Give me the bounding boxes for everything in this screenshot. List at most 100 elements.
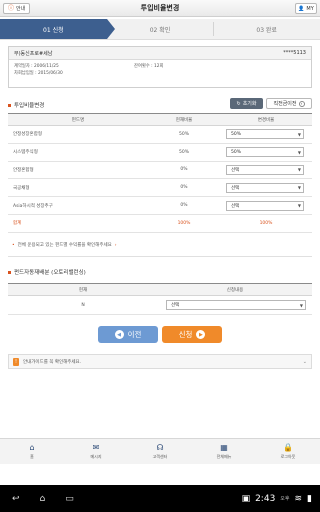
current-ratio: 0% bbox=[148, 161, 220, 180]
fund-name: 안정혼합형 bbox=[8, 161, 148, 180]
fund-section-title: 투입비율변경 bbox=[8, 101, 44, 109]
account-name: 무)동신프로#세남 bbox=[14, 50, 53, 57]
chevron-down-icon: ▼ bbox=[297, 203, 301, 209]
column-header-request: 신청내용 bbox=[158, 283, 312, 296]
column-header-fund: 펀드명 bbox=[8, 113, 148, 126]
table-header-row: 현재 신청내용 bbox=[8, 283, 312, 296]
back-button[interactable]: ◀ 이전 bbox=[98, 326, 158, 343]
table-row: 시스템주식형 50% 50% ▼ bbox=[8, 143, 312, 162]
grid-icon: ▦ bbox=[220, 442, 228, 452]
nav-home[interactable]: ⌂ 홈 bbox=[0, 439, 64, 464]
my-button[interactable]: 👤 MY bbox=[295, 3, 317, 14]
warning-icon: ! bbox=[13, 357, 19, 366]
table-row: 안정혼합형 0% 선택 ▼ bbox=[8, 161, 312, 180]
chevron-right-icon: › bbox=[298, 100, 305, 107]
step-confirm: 02 확인 bbox=[106, 19, 214, 39]
total-new: 100% bbox=[220, 214, 312, 233]
current-ratio: 0% bbox=[148, 178, 220, 198]
app-header: ⓘ 안내 투입비율변경 👤 MY bbox=[0, 0, 320, 17]
chevron-down-icon: ▼ bbox=[297, 131, 301, 137]
total-label: 합계 bbox=[8, 214, 148, 233]
column-header-current: 현재 bbox=[8, 283, 158, 296]
rebalance-select[interactable]: 선택 ▼ bbox=[166, 300, 306, 310]
clock-ampm: 오후 bbox=[280, 496, 290, 502]
table-row: N 선택 ▼ bbox=[8, 295, 312, 315]
contract-date: 계약일자 : 2006/11/25 bbox=[14, 64, 59, 69]
chevron-down-icon: ⌄ bbox=[302, 358, 307, 365]
clock-time: 2:43 bbox=[255, 493, 276, 504]
refresh-icon: ↻ bbox=[236, 100, 241, 107]
nav-logout[interactable]: 🔒 로그아웃 bbox=[256, 439, 320, 464]
current-ratio: 50% bbox=[148, 125, 220, 144]
back-nav-icon[interactable]: ↩ bbox=[12, 494, 20, 504]
chevron-down-icon: ▼ bbox=[297, 185, 301, 191]
column-header-current: 현재비율 bbox=[148, 113, 220, 126]
rebalance-table: 현재 신청내용 N 선택 ▼ bbox=[8, 283, 312, 315]
user-icon: 👤 bbox=[298, 5, 305, 12]
rebalance-current: N bbox=[8, 295, 158, 315]
bullet-icon bbox=[8, 270, 11, 274]
ratio-select[interactable]: 50% ▼ bbox=[226, 129, 304, 140]
page-title: 투입비율변경 bbox=[140, 4, 180, 12]
chevron-right-icon: ▶ bbox=[196, 330, 206, 339]
recent-apps-icon[interactable]: ▭ bbox=[65, 494, 74, 504]
chevron-left-icon: ◀ bbox=[114, 330, 124, 339]
nav-message[interactable]: ✉ 메시지 bbox=[64, 439, 128, 464]
current-ratio: 0% bbox=[148, 196, 220, 215]
table-row: 안정성장혼합형 50% 50% ▼ bbox=[8, 125, 312, 144]
column-header-new: 변경비율 bbox=[220, 113, 312, 126]
fund-name: 국공채형 bbox=[8, 178, 148, 198]
bottom-navigation: ⌂ 홈 ✉ 메시지 ☊ 고객센터 ▦ 전체메뉴 🔒 로그아웃 bbox=[0, 438, 320, 464]
chevron-down-icon: ▼ bbox=[299, 302, 303, 308]
notification-icon: ▣ bbox=[241, 493, 251, 504]
remaining-payments: 잔여횟수 : 12회 bbox=[134, 64, 164, 69]
message-icon: ✉ bbox=[92, 442, 100, 452]
wifi-icon: ≋ bbox=[294, 493, 303, 504]
ratio-select[interactable]: 선택 ▼ bbox=[226, 182, 304, 193]
total-row: 합계 100% 100% bbox=[8, 214, 312, 233]
reset-button[interactable]: ↻ 초기화 bbox=[230, 98, 263, 109]
chevron-right-icon: › bbox=[114, 242, 117, 248]
home-nav-icon[interactable]: ⌂ bbox=[40, 494, 46, 504]
step-complete: 03 완료 bbox=[213, 19, 320, 39]
account-info-box: 무)동신프로#세남 ****5113 계약일자 : 2006/11/25 차회납… bbox=[8, 46, 312, 88]
account-number: ****5113 bbox=[283, 50, 306, 56]
ratio-select[interactable]: 선택 ▼ bbox=[226, 200, 304, 211]
guide-notice-bar[interactable]: ! 안내가이드를 꼭 확인해주세요. ⌄ bbox=[8, 354, 312, 369]
table-row: Asia하시적 성장추구 0% 선택 ▼ bbox=[8, 196, 312, 215]
account-details: 계약일자 : 2006/11/25 차회납입일 : 2015/06/30 잔여횟… bbox=[9, 60, 311, 80]
step-indicator: 01 신청 02 확인 03 완료 bbox=[0, 19, 320, 40]
nav-all-menu[interactable]: ▦ 전체메뉴 bbox=[192, 439, 256, 464]
fund-ratio-table: 펀드명 현재비율 변경비율 안정성장혼합형 50% 50% ▼ 시스템주식형 50… bbox=[8, 113, 312, 233]
divider bbox=[8, 256, 312, 257]
total-current: 100% bbox=[148, 214, 220, 233]
table-row: 국공채형 0% 선택 ▼ bbox=[8, 178, 312, 198]
chevron-down-icon: ▼ bbox=[297, 149, 301, 155]
fund-name: 시스템주식형 bbox=[8, 143, 148, 162]
battery-icon: ▮ bbox=[307, 493, 312, 504]
my-label: MY bbox=[306, 5, 314, 12]
lock-icon: 🔒 bbox=[283, 442, 293, 452]
ratio-select[interactable]: 선택 ▼ bbox=[226, 164, 304, 175]
apply-button[interactable]: 신청 ▶ bbox=[162, 326, 222, 343]
fund-name: Asia하시적 성장추구 bbox=[8, 196, 148, 215]
fund-name: 안정성장혼합형 bbox=[8, 125, 148, 144]
guide-notice-text: 안내가이드를 꼭 확인해주세요. bbox=[23, 359, 82, 365]
system-navigation-bar: ↩ ⌂ ▭ ▣ 2:43 오후 ≋ ▮ bbox=[0, 485, 320, 512]
chevron-down-icon: ▼ bbox=[297, 167, 301, 173]
step-apply: 01 신청 bbox=[0, 19, 115, 39]
current-ratio: 50% bbox=[148, 143, 220, 162]
previous-ratio-button[interactable]: 직전금이전 › bbox=[266, 98, 312, 109]
table-header-row: 펀드명 현재비율 변경비율 bbox=[8, 113, 312, 126]
account-header: 무)동신프로#세남 ****5113 bbox=[9, 47, 311, 60]
rebalance-section-title: 펀드자동재배분 (오토리밸런싱) bbox=[8, 268, 86, 276]
nav-customer-center[interactable]: ☊ 고객센터 bbox=[128, 439, 192, 464]
fund-return-notice-link[interactable]: • 전체 운용되고 있는 펀드별 수익률을 확인해주세요 › bbox=[12, 242, 117, 249]
bullet-icon: • bbox=[12, 242, 15, 248]
ratio-select[interactable]: 50% ▼ bbox=[226, 147, 304, 158]
home-icon: ⌂ bbox=[29, 442, 35, 452]
next-payment-date: 차회납입일 : 2015/06/30 bbox=[14, 71, 63, 76]
action-buttons: ◀ 이전 신청 ▶ bbox=[0, 326, 320, 343]
headset-icon: ☊ bbox=[156, 442, 164, 452]
bullet-icon bbox=[8, 103, 11, 107]
